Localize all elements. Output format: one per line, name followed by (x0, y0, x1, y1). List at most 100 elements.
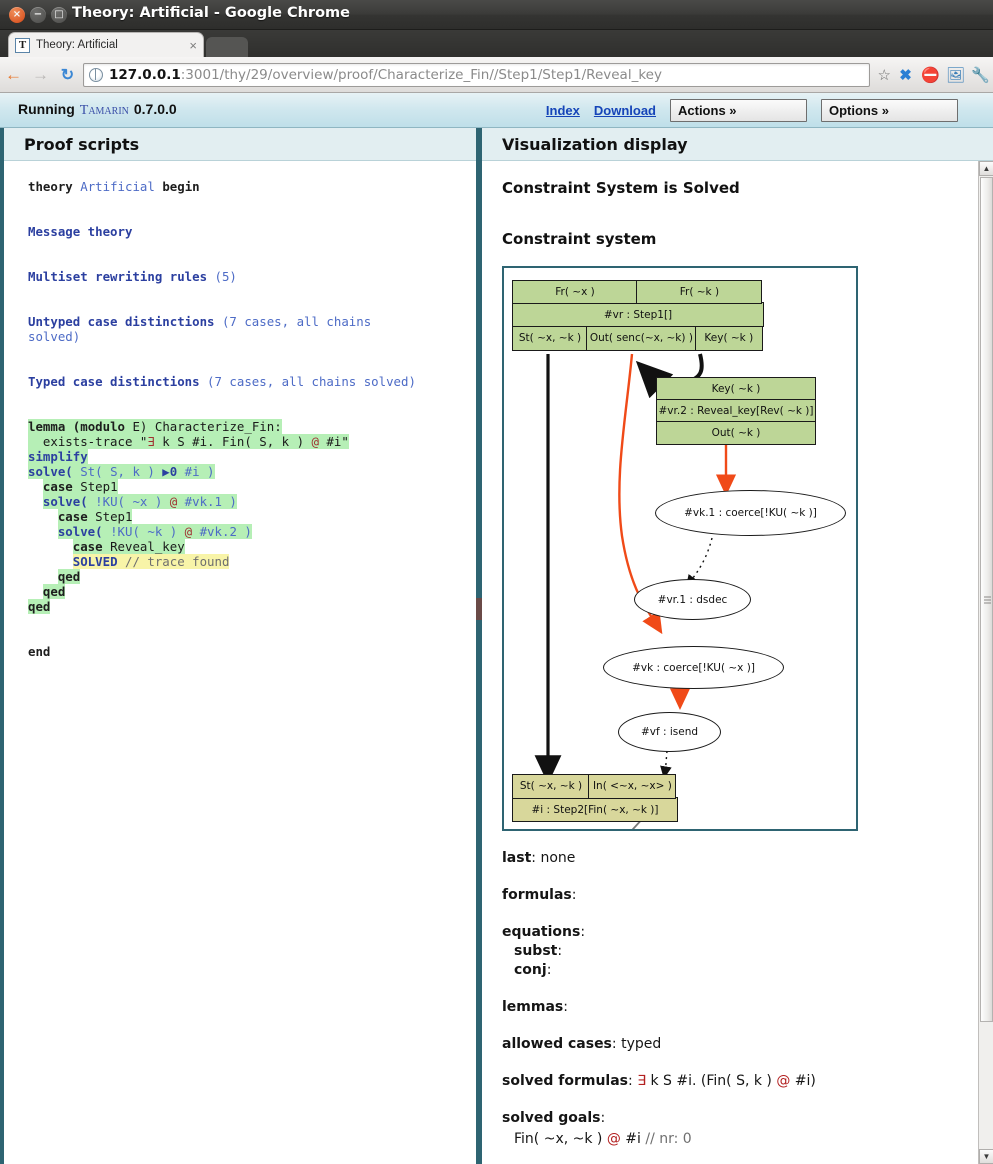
maximize-icon: □ (54, 9, 64, 20)
solve-1-tail: #i ) (177, 464, 215, 479)
forward-icon[interactable]: → (27, 65, 54, 85)
typed-cases-link[interactable]: Typed case distinctions (28, 374, 200, 389)
fact-st-xk-premise: St( ~x, ~k ) (512, 774, 590, 799)
x-icon[interactable]: ✖ (893, 66, 918, 84)
tab-close-icon[interactable]: × (185, 38, 197, 53)
case-2-keyword: case (57, 509, 88, 524)
tab-title: Theory: Artificial (36, 39, 118, 51)
actions-button[interactable]: Actions » (670, 98, 807, 122)
browser-tab[interactable]: T Theory: Artificial × (8, 32, 204, 57)
lemma-name[interactable]: Characterize_Fin: (155, 419, 282, 434)
qed-3: qed (28, 599, 51, 614)
solve-3-tail: #vk.2 ) (192, 524, 252, 539)
solved-goal-row[interactable]: Fin( ~x, ~k ) @ #i // nr: 0 (502, 1130, 971, 1149)
fact-in-xx: In( <~x, ~x> ) (588, 774, 677, 799)
detail-equations: equations: subst: conj: (502, 924, 586, 978)
download-link[interactable]: Download (594, 103, 656, 118)
case-3-name[interactable]: Reveal_key (110, 539, 185, 554)
qed-2: qed (42, 584, 66, 599)
message-theory-link[interactable]: Message theory (28, 224, 132, 239)
multiset-rules-link[interactable]: Multiset rewriting rules (28, 269, 207, 284)
solved-formulas-body: k S #i. (Fin( S, k ) (646, 1073, 777, 1089)
rule-label-vr: #vr : Step1[] (512, 302, 764, 328)
goal-0-at-icon: @ (606, 1131, 621, 1147)
detail-last: last: none (502, 850, 576, 866)
url-host: 127.0.0.1 (109, 66, 181, 83)
graph-node-vr[interactable]: Fr( ~x ) Fr( ~k ) #vr : Step1[] St( ~x, … (512, 280, 764, 351)
graph-node-vf[interactable]: #vf : isend (618, 712, 721, 752)
exists-at-symbol: @ (311, 434, 319, 449)
browser-window: × − □ Theory: Artificial - Google Chrome… (0, 0, 993, 1164)
url-path: :3001/thy/29/overview/proof/Characterize… (180, 66, 662, 83)
solved-comment: // trace found (125, 554, 230, 569)
browser-toolbar: ← → ↻ 127.0.0.1:3001/thy/29/overview/pro… (0, 57, 993, 93)
detail-solved-formulas-key: solved formulas (502, 1073, 629, 1089)
exists-tail: #i" (318, 434, 349, 449)
window-titlebar: × − □ Theory: Artificial - Google Chrome (0, 0, 993, 30)
begin-keyword: begin (162, 179, 200, 194)
goal-0-tail: #i (620, 1131, 646, 1147)
visualization-pane: Visualization display Constraint System … (482, 128, 993, 1164)
tamarin-appbar: Running Tamarin 0.7.0.0 Index Download A… (0, 93, 993, 128)
scroll-down-icon[interactable]: ▼ (979, 1149, 993, 1164)
reload-icon[interactable]: ↻ (54, 65, 81, 85)
detail-conj-key: conj (514, 962, 547, 978)
scrollbar-thumb[interactable] (980, 177, 993, 1022)
detail-solved-formulas: solved formulas: ∃ k S #i. (Fin( S, k ) … (502, 1073, 816, 1089)
graph-node-vk1[interactable]: #vk.1 : coerce[!KU( ~k )] (655, 490, 846, 536)
tamarin-version: 0.7.0.0 (133, 101, 177, 117)
bookmark-star-icon[interactable]: ☆ (878, 66, 891, 84)
proof-scripts-pane: Proof scripts theory Artificial begin Me… (0, 128, 476, 1164)
proof-script-code[interactable]: theory Artificial begin Message theory M… (4, 161, 476, 659)
solve-2-keyword[interactable]: solve( (43, 494, 88, 509)
untyped-cases-detail-2: solved) (28, 329, 81, 344)
lemma-modulo: (modulo (72, 419, 125, 434)
case-1-name[interactable]: Step1 (80, 479, 117, 494)
solved-keyword[interactable]: SOLVED (73, 554, 118, 569)
graph-node-vk[interactable]: #vk : coerce[!KU( ~x )] (603, 646, 784, 689)
fact-key-k: Key( ~k ) (694, 325, 763, 351)
rule-label-i: #i : Step2[Fin( ~x, ~k )] (512, 797, 678, 823)
solve-3-keyword[interactable]: solve( (58, 524, 103, 539)
case-2-name[interactable]: Step1 (95, 509, 132, 524)
image-icon[interactable]: 🖼 (943, 66, 968, 84)
detail-allowed-cases-key: allowed cases (502, 1036, 612, 1052)
theory-name[interactable]: Artificial (80, 179, 155, 194)
window-maximize-button[interactable]: □ (51, 7, 67, 23)
detail-last-key: last (502, 850, 532, 866)
fact-fr-k: Fr( ~k ) (636, 280, 763, 304)
lemma-keyword: lemma (28, 419, 66, 434)
back-icon[interactable]: ← (0, 65, 27, 85)
detail-equations-key: equations (502, 924, 581, 940)
fact-fr-x: Fr( ~x ) (512, 280, 638, 304)
fact-out-k: Out( ~k ) (656, 420, 816, 445)
untyped-cases-link[interactable]: Untyped case distinctions (28, 314, 215, 329)
address-bar[interactable]: 127.0.0.1:3001/thy/29/overview/proof/Cha… (83, 62, 870, 87)
graph-node-vr1[interactable]: #vr.1 : dsdec (634, 579, 751, 620)
graph-node-vr2[interactable]: Key( ~k ) #vr.2 : Reveal_key[Rev( ~k )] … (656, 377, 816, 445)
solved-formulas-tail: #i) (790, 1073, 816, 1089)
simplify-step[interactable]: simplify (28, 449, 88, 464)
solved-formulas-at-icon: @ (776, 1073, 791, 1089)
window-controls: × − □ (9, 7, 67, 23)
options-button[interactable]: Options » (821, 98, 958, 122)
vertical-scrollbar[interactable]: ▲ ▼ (978, 161, 993, 1164)
case-1-keyword: case (42, 479, 73, 494)
solve-3-body: !KU( ~k ) (102, 524, 185, 539)
graph-node-i[interactable]: St( ~x, ~k ) In( <~x, ~x> ) #i : Step2[F… (512, 774, 678, 823)
scroll-up-icon[interactable]: ▲ (979, 161, 993, 176)
detail-solved-goals: solved goals: Fin( ~x, ~k ) @ #i // nr: … (502, 1109, 971, 1164)
goal-0-comment: // nr: 0 (645, 1131, 692, 1147)
solve-2-tail: #vk.1 ) (177, 494, 237, 509)
window-minimize-button[interactable]: − (30, 7, 46, 23)
stop-icon[interactable]: ⛔ (918, 66, 943, 84)
detail-lemmas: lemmas: (502, 999, 568, 1015)
window-close-button[interactable]: × (9, 7, 25, 23)
new-tab-button[interactable] (206, 37, 248, 57)
index-link[interactable]: Index (546, 103, 580, 118)
qed-1: qed (57, 569, 81, 584)
wrench-icon[interactable]: 🔧 (968, 66, 993, 84)
constraint-graph[interactable]: Fr( ~x ) Fr( ~k ) #vr : Step1[] St( ~x, … (502, 266, 858, 831)
solve-1-keyword[interactable]: solve( (28, 464, 73, 479)
proof-scripts-header: Proof scripts (4, 128, 476, 161)
